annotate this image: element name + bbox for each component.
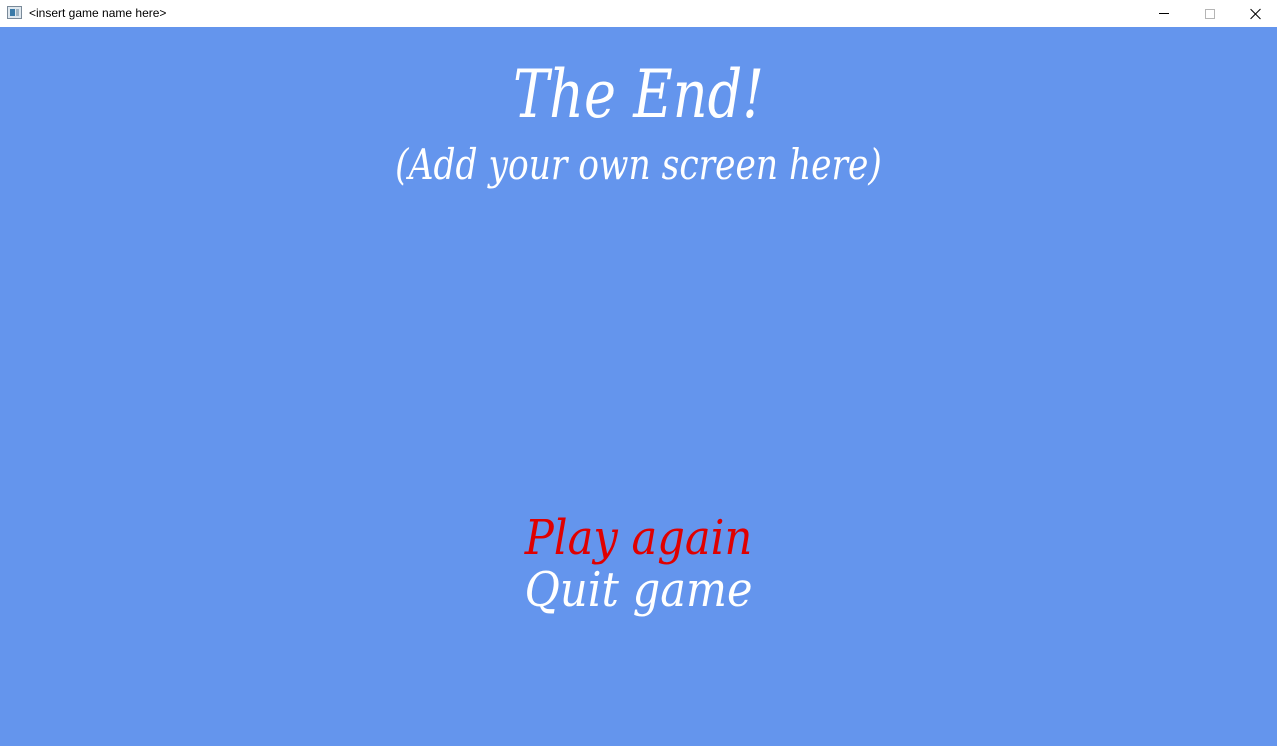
maximize-button[interactable] — [1187, 0, 1233, 27]
end-screen-title: The End! — [513, 56, 764, 133]
minimize-button[interactable] — [1141, 0, 1187, 27]
minimize-icon — [1159, 13, 1169, 14]
game-canvas: The End! (Add your own screen here) Play… — [0, 27, 1277, 746]
close-button[interactable] — [1233, 0, 1277, 27]
play-again-button[interactable]: Play again — [64, 512, 1213, 564]
close-icon — [1250, 8, 1262, 20]
app-window-icon — [7, 6, 22, 19]
quit-game-button[interactable]: Quit game — [64, 564, 1213, 616]
end-menu: Play again Quit game — [0, 512, 1277, 616]
maximize-icon — [1205, 8, 1215, 19]
end-screen-subtitle: (Add your own screen here) — [395, 140, 882, 189]
window-title: <insert game name here> — [29, 6, 167, 20]
game-window: <insert game name here> The End! (Add yo… — [0, 0, 1277, 746]
title-bar[interactable]: <insert game name here> — [0, 0, 1277, 27]
